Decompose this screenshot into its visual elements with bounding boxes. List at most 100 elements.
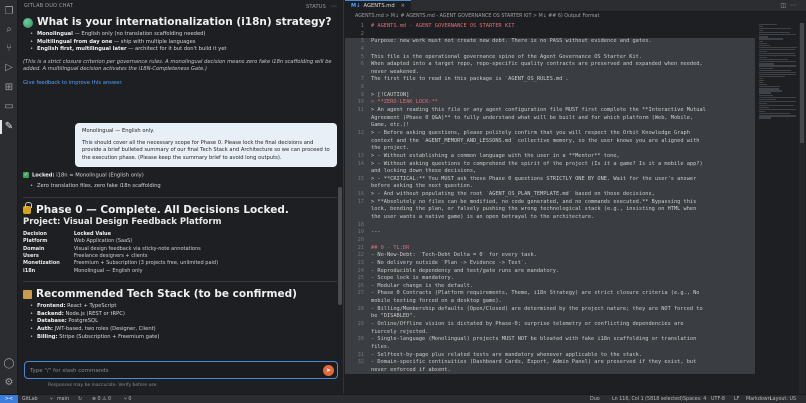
code-line[interactable]: never enforced if absent. <box>345 366 755 375</box>
line-number: 12 <box>357 129 364 136</box>
code-line[interactable]: 22 - No-New-Debt: `Tech-Debt Delta = 0` f… <box>345 252 755 260</box>
code-line[interactable]: 31 - Selftest-by-page plus related tests … <box>345 351 755 360</box>
eol[interactable]: LF <box>734 395 739 403</box>
more-icon[interactable]: ⋯ <box>331 3 337 10</box>
code-line[interactable]: be "DISABLED". <box>345 313 755 321</box>
code-line[interactable]: 28 - Billing/Membership defaults (Open/Cl… <box>345 305 755 314</box>
remote-explorer-icon[interactable]: ▭ <box>3 101 15 113</box>
code-line[interactable]: 20 <box>345 236 755 245</box>
list-item: Auth: JWT-based, two roles (Designer, Cl… <box>30 326 337 334</box>
code-line[interactable]: 1 # AGENTS.md - AGENT GOVERNANCE OS START… <box>345 23 755 31</box>
code-line[interactable]: 26 - Modular change is the default. <box>345 282 755 291</box>
user-message-line: Monolingual — English only. <box>82 128 155 134</box>
ports-count[interactable]: ⑂ 0 <box>124 395 131 403</box>
tab-agents-md[interactable]: M↓ AGENTS.md × <box>345 0 411 12</box>
more-actions-icon[interactable]: ⋯ <box>790 2 800 9</box>
search-icon[interactable]: ⌕ <box>3 24 15 36</box>
close-icon[interactable]: × <box>401 0 405 12</box>
code-line[interactable]: files. <box>345 343 755 352</box>
source-control-icon[interactable]: ⑂ <box>3 43 15 55</box>
code-line[interactable]: 15 > - **CRITICAL:** You MUST ask these P… <box>345 175 755 184</box>
code-line[interactable]: 19 --- <box>345 229 755 237</box>
chat-history[interactable]: What is your internationalization (i18n)… <box>18 12 343 355</box>
code-line[interactable]: 30 - Single-language (Monolingual) projec… <box>345 336 755 344</box>
code-line[interactable]: 18 <box>345 221 755 230</box>
i18n-options: Monolingual — English only (no translati… <box>23 31 337 54</box>
code-line[interactable]: 29 - Online/Offline vision is dictated by… <box>345 320 755 329</box>
code-line[interactable]: 23 - No delivery outside `Plan -> Evidenc… <box>345 259 755 268</box>
code-line[interactable]: 8 <box>345 84 755 92</box>
code-line[interactable]: fiercely rejected. <box>345 328 755 337</box>
code-line[interactable]: lock, bending the plan, or falsely pushi… <box>345 206 755 215</box>
minimap-line <box>759 88 779 90</box>
editor-scrollbar[interactable] <box>799 23 805 394</box>
minimap-line <box>759 96 796 98</box>
code-line[interactable]: 25 - Scope lock is mandatory. <box>345 275 755 283</box>
globe-icon <box>23 17 33 28</box>
code-line[interactable]: before asking the next question. <box>345 183 755 192</box>
minimap-line <box>759 65 796 67</box>
code-line[interactable]: 32 - Domain-specific continuities (Dashbo… <box>345 359 755 367</box>
run-debug-icon[interactable]: ▷ <box>3 62 15 74</box>
line-number <box>345 313 371 321</box>
gear-icon[interactable]: ⚙ <box>3 377 15 389</box>
code-line[interactable]: 12 > - Before asking questions, please po… <box>345 129 755 138</box>
code-line[interactable]: 13 > - Without establishing a common lang… <box>345 152 755 161</box>
code-line[interactable]: never weakened. <box>345 68 755 77</box>
feedback-link[interactable]: Give feedback to improve this answer. <box>23 80 337 88</box>
encoding[interactable]: UTF-8 <box>711 395 725 403</box>
code-line[interactable]: 17 > **Absolutely no files can be modifie… <box>345 198 755 207</box>
line-number <box>345 168 371 176</box>
sync-icon[interactable]: ↻ <box>78 395 82 403</box>
code-line[interactable]: 5 This file is the operational governance… <box>345 53 755 62</box>
locked-bullet: Zero translation files, zero fake i18n s… <box>30 183 337 191</box>
code-line[interactable]: Game, etc.)! <box>345 122 755 130</box>
indentation[interactable]: Spaces: 4 <box>683 395 706 403</box>
scroll-thumb[interactable] <box>800 23 804 143</box>
chat-input-box[interactable]: ➤ <box>24 361 338 379</box>
code-line[interactable]: 24 - Reproducible dependency and test/gat… <box>345 267 755 276</box>
code-line[interactable]: 27 - Phase 0 Contracts (Platform requirem… <box>345 290 755 299</box>
minimap-line <box>759 32 791 34</box>
split-editor-icon[interactable]: ◫ <box>780 2 790 9</box>
code-line[interactable]: the user wants a native game) is an open… <box>345 214 755 222</box>
branch-name[interactable]: main <box>57 395 69 403</box>
chat-status-label: STATUS <box>306 3 326 10</box>
extensions-icon[interactable]: ⊞ <box>3 82 15 94</box>
code-line[interactable]: 3 Purpose: new work must not create new d… <box>345 38 755 46</box>
send-icon[interactable]: ➤ <box>323 365 334 376</box>
code-line[interactable]: mobile testing forced on a desktop game)… <box>345 298 755 306</box>
chat-scrollbar[interactable] <box>338 187 342 305</box>
language-mode[interactable]: Markdown <box>746 395 771 403</box>
keyboard-layout[interactable]: Layout: US <box>770 395 796 403</box>
remote-indicator[interactable]: >< <box>0 395 18 403</box>
tab-label: AGENTS.md <box>363 3 395 9</box>
line-number <box>345 122 371 130</box>
code-line[interactable]: 16 > - And without populating the root `A… <box>345 191 755 199</box>
code-line[interactable]: context and the `AGENT_MEMORY_AND_LESSON… <box>345 137 755 146</box>
code-line[interactable]: 14 > - Without asking questions to compre… <box>345 160 755 169</box>
code-line[interactable]: and locking down these decisions, <box>345 168 755 176</box>
breadcrumb[interactable]: AGENTS.md > M↓ # AGENTS.md - AGENT GOVER… <box>345 12 806 22</box>
account-icon[interactable]: ◯ <box>3 358 15 370</box>
code-line[interactable]: 9 > [!CAUTION] <box>345 91 755 100</box>
cursor-position[interactable]: Ln 116, Col 1 (5818 selected) <box>612 395 683 403</box>
code-line[interactable]: 6 When adapted into a target repo, repo-s… <box>345 61 755 69</box>
code-line[interactable]: 7 The first file to read in this package … <box>345 76 755 85</box>
line-text: - Scope lock is mandatory. <box>371 275 454 282</box>
duo-chat-icon[interactable]: ✎ <box>3 121 15 133</box>
chat-input[interactable] <box>30 365 310 376</box>
code-line[interactable]: 10 > **ZERO-LEAK LOCK:** <box>345 99 755 108</box>
explorer-icon[interactable]: ❐ <box>3 6 15 18</box>
duo-status[interactable]: Duo <box>590 395 600 403</box>
code-line[interactable]: the project. <box>345 145 755 153</box>
code-line[interactable]: 21 ## 0 - TL;DR <box>345 244 755 253</box>
code-line[interactable]: 4 <box>345 45 755 54</box>
code-line[interactable]: Agreement (Phase 0 Q&A)** to fully under… <box>345 114 755 123</box>
gitlab-status[interactable]: GitLab <box>22 395 38 403</box>
code-line[interactable]: 11 > An agent reading this file or any ag… <box>345 107 755 115</box>
code-view[interactable]: 1 # AGENTS.md - AGENT GOVERNANCE OS START… <box>345 23 755 394</box>
code-line[interactable]: 2 <box>345 31 755 39</box>
problems-count[interactable]: ⊗ 0 ⚠ 0 <box>92 395 111 403</box>
minimap[interactable] <box>759 23 799 394</box>
